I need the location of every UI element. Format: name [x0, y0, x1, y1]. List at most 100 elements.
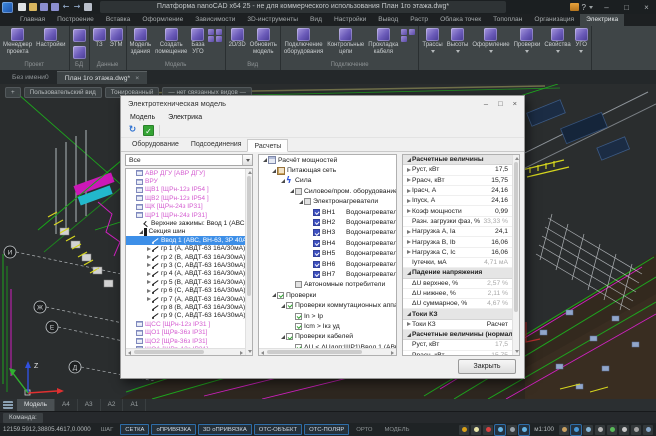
- expander-closed-icon[interactable]: [145, 270, 152, 278]
- equipment-tree-item[interactable]: Ввод 1 (АВС, ВН-63, 3Р 40А): [126, 236, 245, 244]
- calc-tree-item[interactable]: Питающая сеть: [259, 165, 396, 175]
- status-toggle-0[interactable]: ШАГ: [96, 424, 119, 435]
- run-checks-icon[interactable]: ✓: [143, 125, 154, 136]
- record-icon[interactable]: [483, 425, 493, 435]
- print-icon[interactable]: [84, 3, 92, 11]
- layout-tab-2[interactable]: А3: [78, 399, 101, 411]
- expander-open-icon[interactable]: [137, 228, 144, 236]
- layout-tab-0[interactable]: Модель: [17, 399, 55, 411]
- equipment-tree-item[interactable]: гр 3 (С, АВДТ-63 16А/30мА): [126, 261, 245, 269]
- save-as-icon[interactable]: [51, 3, 59, 11]
- calc-tree-item[interactable]: ВН4Водонагреватель: [259, 238, 396, 248]
- project-manager-button[interactable]: Менеджерпроекта: [1, 27, 34, 56]
- expander-closed-icon[interactable]: [145, 278, 152, 286]
- traces-button[interactable]: Трассы: [420, 27, 444, 54]
- checkbox-blue-icon[interactable]: [313, 240, 320, 247]
- checks-button[interactable]: Проверки: [512, 27, 543, 54]
- result-section-header[interactable]: Падение напряжения: [403, 268, 512, 278]
- equipment-tree-item[interactable]: ВРУ: [126, 177, 245, 185]
- equipment-tree-item[interactable]: ЩК [ЩРн-24з IP31]: [126, 203, 245, 211]
- equipment-tree-item[interactable]: АВР ДГУ [АВР ДГУ]: [126, 169, 245, 177]
- expander-closed-icon[interactable]: [145, 295, 152, 303]
- help-chevron-down-icon[interactable]: [589, 6, 593, 9]
- expander-open-icon[interactable]: [261, 156, 268, 164]
- ribbon-tab-2[interactable]: Вставка: [100, 14, 137, 26]
- status-toggle-4[interactable]: ОТС-ОБЪЕКТ: [254, 424, 302, 435]
- vertical-scrollbar[interactable]: [512, 155, 519, 355]
- calc-tree-item[interactable]: Проверки коммутационных аппаратов: [259, 300, 396, 310]
- viewbar-item-0[interactable]: Пользовательский вид: [24, 87, 102, 98]
- checkbox-gray-icon[interactable]: [295, 188, 302, 195]
- open-icon[interactable]: [29, 3, 37, 11]
- help-button[interactable]: ?: [582, 3, 586, 12]
- checkbox-blue-icon[interactable]: [313, 219, 320, 226]
- chevron-down-icon[interactable]: [242, 155, 252, 165]
- building-model-button[interactable]: Модельздания: [128, 27, 154, 56]
- close-button[interactable]: ×: [640, 1, 653, 14]
- expander-closed-icon[interactable]: [145, 253, 152, 261]
- expander-closed-icon[interactable]: [405, 207, 412, 215]
- grips-icon[interactable]: [459, 425, 469, 435]
- checkbox-blue-icon[interactable]: [313, 261, 320, 268]
- monitor-icon[interactable]: [631, 425, 641, 435]
- ribbon-tab-7[interactable]: Настройки: [328, 14, 372, 26]
- checkbox-gray-icon[interactable]: [295, 281, 302, 288]
- document-tab-0[interactable]: Без имени0: [4, 71, 57, 84]
- calc-tree-item[interactable]: Расчёт мощностей: [259, 155, 396, 165]
- expander-open-icon[interactable]: [297, 198, 304, 206]
- cable-routing-button[interactable]: Прокладкакабеля: [366, 27, 400, 56]
- command-prompt[interactable]: Команда:: [3, 413, 43, 423]
- horizontal-scrollbar[interactable]: [259, 348, 396, 355]
- layout-tab-4[interactable]: А1: [123, 399, 146, 411]
- close-dialog-button[interactable]: Закрыть: [458, 359, 516, 374]
- calc-tree-item[interactable]: ВН6Водонагреватель: [259, 259, 396, 269]
- checkbox-gray-icon[interactable]: [304, 198, 311, 205]
- expander-closed-icon[interactable]: [405, 320, 412, 328]
- status-toggle-7[interactable]: МОДЕЛЬ: [379, 424, 414, 435]
- equipment-tree-item[interactable]: ЩВ1 [ЩРн-12з IP54 ]: [126, 186, 245, 194]
- calc-tree-item[interactable]: Icm > Iкз уд: [259, 321, 396, 331]
- etm-document-button[interactable]: ЭТМ: [108, 27, 125, 50]
- sheets-icon[interactable]: [619, 425, 629, 435]
- update-model-button[interactable]: Обновитьмодель: [248, 27, 279, 56]
- calc-tree-item[interactable]: ϟСила: [259, 176, 396, 186]
- connect-equipment-button[interactable]: Подключениеоборудования: [282, 27, 325, 56]
- cable-tray-icon[interactable]: [401, 29, 407, 35]
- cable-channel-icon[interactable]: [409, 29, 415, 35]
- dynamic-ucs-icon[interactable]: [519, 425, 529, 435]
- settings-button[interactable]: Настройки: [34, 27, 67, 50]
- navigation-icon[interactable]: [607, 425, 617, 435]
- database-check-button[interactable]: [71, 45, 88, 60]
- expander-open-icon[interactable]: [270, 167, 277, 175]
- dialog-titlebar[interactable]: Электротехническая модель – □ ×: [121, 96, 524, 111]
- properties-button[interactable]: Свойства: [542, 27, 572, 54]
- checkbox-blue-icon[interactable]: [313, 229, 320, 236]
- expander-closed-icon[interactable]: [405, 176, 412, 184]
- ribbon-tab-12[interactable]: Организация: [528, 14, 580, 26]
- calc-tree-item[interactable]: ВН2Водонагреватель: [259, 217, 396, 227]
- status-toggle-1[interactable]: СЕТКА: [120, 424, 149, 435]
- minimize-button[interactable]: –: [600, 1, 613, 14]
- expander-open-icon[interactable]: [279, 333, 286, 341]
- tz-document-button[interactable]: ТЗ: [91, 27, 108, 50]
- document-tab-1[interactable]: План 1го этажа.dwg*×: [57, 71, 148, 84]
- equipment-tree-item[interactable]: гр 5 (В, АВДТ-63 16А/30мА): [126, 278, 245, 286]
- calc-tree-item[interactable]: Электронагреватели: [259, 197, 396, 207]
- equipment-tree-item[interactable]: гр 6 (С, АВДТ-63 16А/30мА): [126, 286, 245, 294]
- zoom-window-icon[interactable]: [583, 425, 593, 435]
- pan-icon[interactable]: [559, 425, 569, 435]
- calc-tree-item[interactable]: Проверки кабелей: [259, 332, 396, 342]
- ribbon-tab-10[interactable]: Облака точек: [434, 14, 487, 26]
- expander-open-icon[interactable]: [279, 302, 286, 310]
- checkbox-green-icon[interactable]: [295, 323, 302, 330]
- dialog-tab-1[interactable]: Подсоединения: [185, 138, 248, 151]
- expander-closed-icon[interactable]: [405, 238, 412, 246]
- equipment-filter-select[interactable]: Все: [125, 154, 253, 166]
- orbit-icon[interactable]: [595, 425, 605, 435]
- horizontal-scrollbar[interactable]: [126, 348, 245, 355]
- new-file-icon[interactable]: [18, 3, 26, 11]
- layout-menu-icon[interactable]: [3, 401, 13, 409]
- equipment-tree-item[interactable]: гр 4 (А, АВДТ-63 16А/30мА): [126, 270, 245, 278]
- layout-tab-3[interactable]: А2: [101, 399, 124, 411]
- equipment-tree-item[interactable]: гр 9 (С, АВДТ-63 16А/30мА): [126, 312, 245, 320]
